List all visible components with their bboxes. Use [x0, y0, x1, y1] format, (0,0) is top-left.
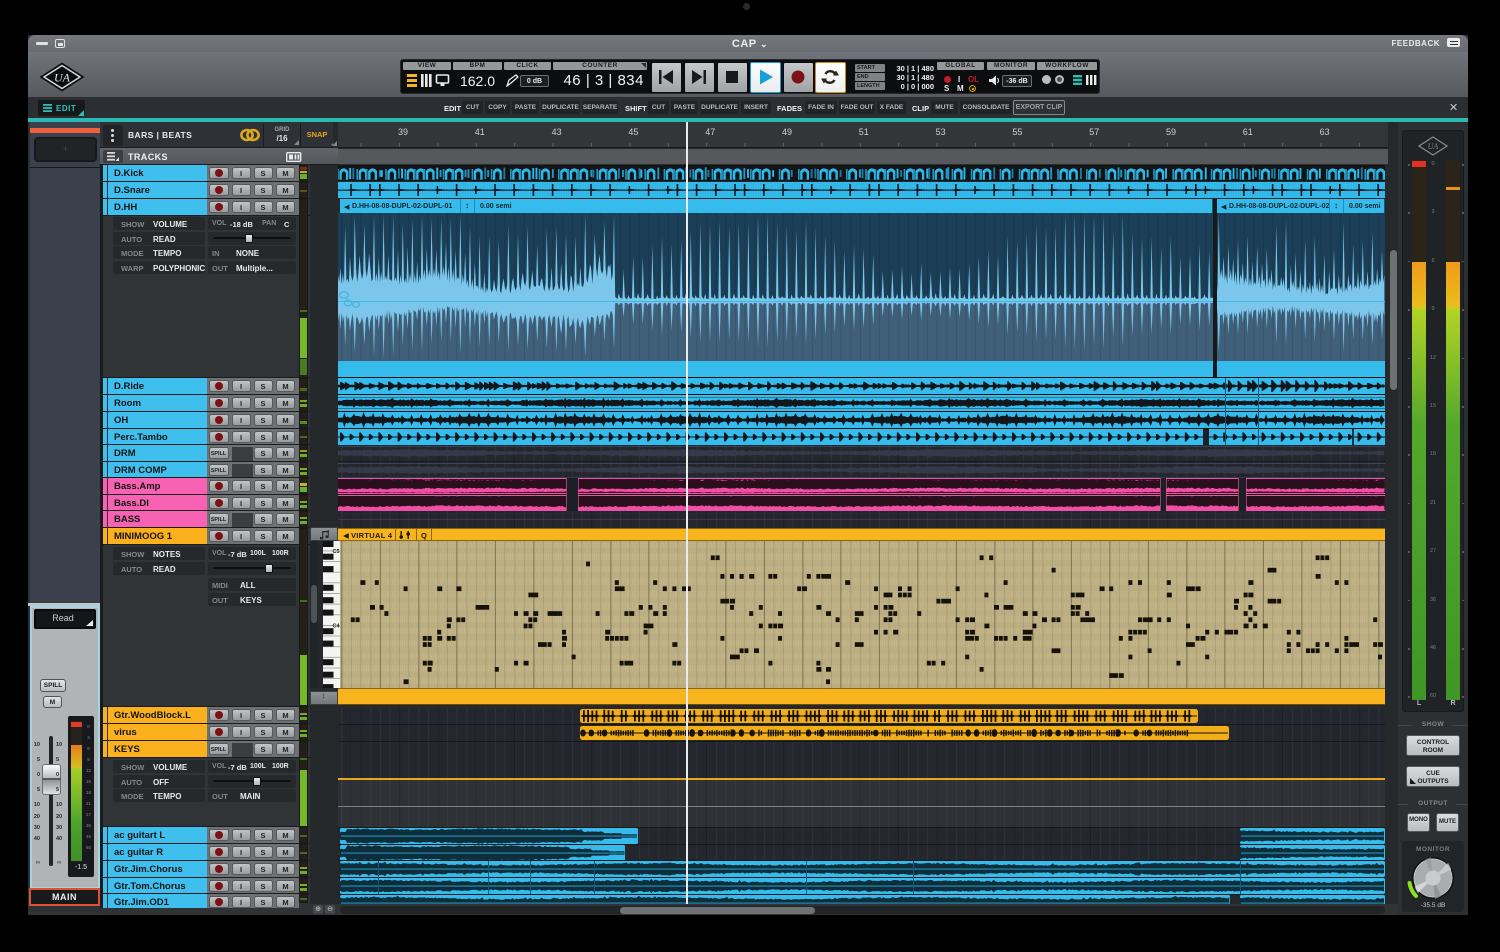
svg-text:C4: C4	[332, 624, 340, 630]
svg-text:C5: C5	[332, 549, 339, 555]
svg-text:UA: UA	[54, 71, 71, 85]
svg-text:UA: UA	[1428, 142, 1439, 151]
